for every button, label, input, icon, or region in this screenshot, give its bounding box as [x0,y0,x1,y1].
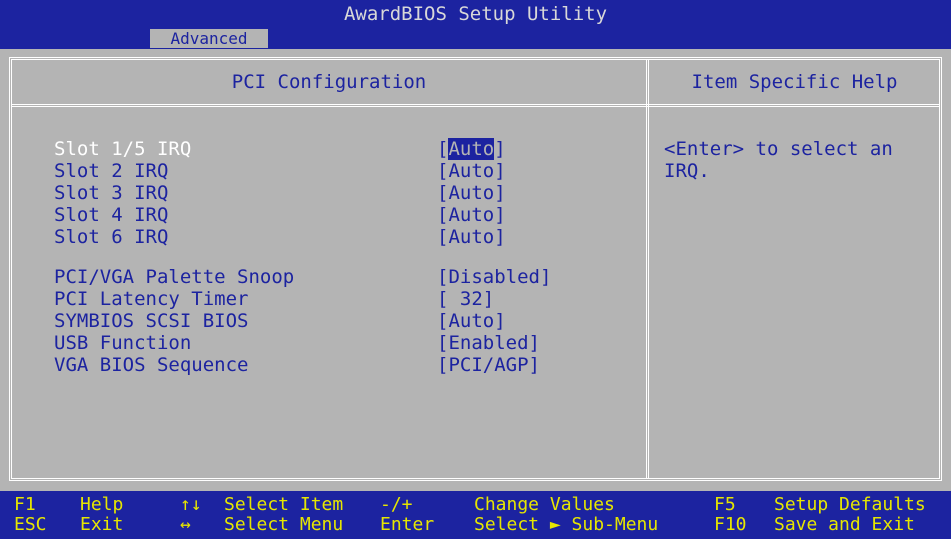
selected-value-highlight: Auto [448,138,495,160]
setting-slot3-irq-label[interactable]: Slot 3 IRQ [54,182,168,204]
key-f1-desc: Help [80,494,124,515]
setting-slot1-5-irq-label[interactable]: Slot 1/5 IRQ [54,138,191,160]
setting-slot6-irq-label[interactable]: Slot 6 IRQ [54,226,168,248]
setting-vga-bios-sequence-value[interactable]: [PCI/AGP] [437,354,540,376]
key-esc: ESC [14,514,47,535]
key-up-down-arrows: ↑↓ [180,494,202,515]
page-title: PCI Configuration [231,71,427,93]
setting-slot2-irq-value[interactable]: [Auto] [437,160,506,182]
setting-pci-latency-timer-value[interactable]: [ 32] [437,288,494,310]
key-f5-desc: Setup Defaults [774,494,926,515]
help-panel-title: Item Specific Help [691,71,898,93]
setting-slot3-irq-value[interactable]: [Auto] [437,182,506,204]
setting-slot4-irq-value[interactable]: [Auto] [437,204,506,226]
setting-pci-latency-timer-label[interactable]: PCI Latency Timer [54,288,248,310]
setting-slot4-irq-label[interactable]: Slot 4 IRQ [54,204,168,226]
setting-slot6-irq-value[interactable]: [Auto] [437,226,506,248]
key-esc-desc: Exit [80,514,124,535]
tab-advanced[interactable]: Advanced [150,29,268,48]
key-f10-desc: Save and Exit [774,514,915,535]
setting-symbios-scsi-bios-value[interactable]: [Auto] [437,310,506,332]
key-f10: F10 [714,514,747,535]
key-left-right-arrows: ↔ [180,514,191,535]
app-title: AwardBIOS Setup Utility [343,3,608,25]
setting-usb-function-label[interactable]: USB Function [54,332,191,354]
setting-slot1-5-irq-value[interactable]: [Auto] [437,138,506,160]
setting-vga-bios-sequence-label[interactable]: VGA BIOS Sequence [54,354,248,376]
header-divider [12,104,939,107]
title-bar: AwardBIOS Setup Utility [0,0,951,28]
key-up-down-desc: Select Item [224,494,344,515]
key-f1: F1 [14,494,36,515]
setting-usb-function-value[interactable]: [Enabled] [437,332,540,354]
setting-pci-vga-palette-snoop-label[interactable]: PCI/VGA Palette Snoop [54,266,294,288]
key-enter-desc: Select ► Sub-Menu [474,514,659,535]
setting-pci-vga-palette-snoop-value[interactable]: [Disabled] [437,266,551,288]
column-divider [646,60,649,478]
setting-symbios-scsi-bios-label[interactable]: SYMBIOS SCSI BIOS [54,310,248,332]
key-left-right-desc: Select Menu [224,514,344,535]
footer-key-legend: F1 Help ↑↓ Select Item -/+ Change Values… [0,491,951,539]
menu-bar: Advanced [0,28,951,49]
key-enter: Enter [380,514,435,535]
key-minus-plus: -/+ [380,494,413,515]
help-text: <Enter> to select an IRQ. [664,138,893,182]
key-f5: F5 [714,494,736,515]
key-minus-plus-desc: Change Values [474,494,615,515]
setting-slot2-irq-label[interactable]: Slot 2 IRQ [54,160,168,182]
